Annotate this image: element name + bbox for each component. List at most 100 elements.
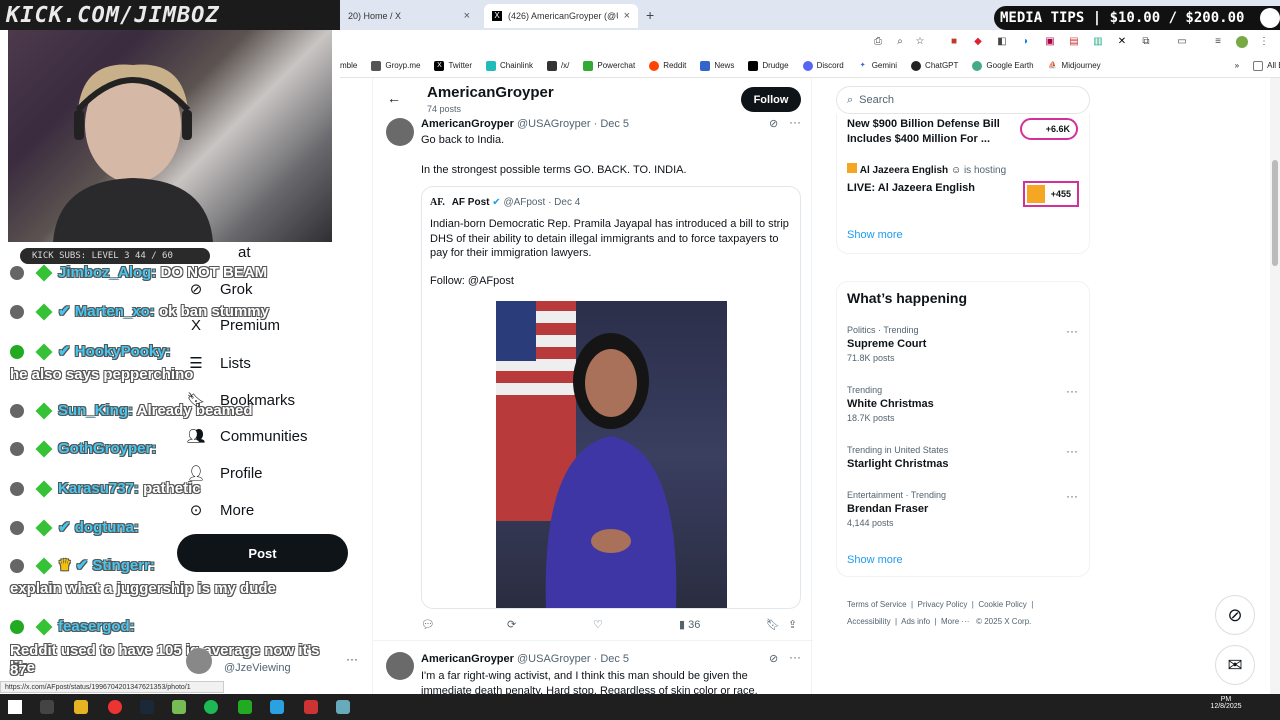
footer-link[interactable]: Terms of Service: [847, 600, 907, 609]
news-headline[interactable]: New $900 Billion Defense Bill Includes $…: [847, 117, 1017, 146]
extension-icon[interactable]: ▣: [1044, 36, 1056, 48]
footer-link[interactable]: Ads info: [901, 617, 930, 626]
messages-float-button[interactable]: ✉: [1215, 645, 1255, 685]
bookmark-item[interactable]: ⛵ Midjourney: [1047, 60, 1101, 71]
footer-link[interactable]: More ···: [941, 617, 969, 626]
file-explorer-icon[interactable]: [74, 700, 88, 714]
nav-item-premium[interactable]: X Premium: [186, 317, 280, 334]
quote-photo[interactable]: [496, 301, 727, 608]
live-title[interactable]: LIVE: Al Jazeera English: [847, 182, 975, 194]
extension-icon[interactable]: ▤: [1068, 36, 1080, 48]
extension-icon[interactable]: ◧: [996, 36, 1008, 48]
task-view-icon[interactable]: [40, 700, 54, 714]
back-arrow-icon[interactable]: ←: [387, 90, 401, 106]
show-more-link[interactable]: Show more: [847, 229, 903, 241]
trend-item[interactable]: Trending White Christmas 18.7K posts: [847, 385, 1077, 423]
quoted-tweet[interactable]: AF. AF Post ✔ @AFpost · Dec 4 Indian-bor…: [421, 186, 801, 609]
tab-home[interactable]: 20) Home / X ×: [340, 4, 478, 28]
all-bookmarks[interactable]: All Bookmarks: [1253, 60, 1280, 71]
account-avatar[interactable]: [186, 648, 212, 674]
footer-link[interactable]: Privacy Policy: [918, 600, 968, 609]
scrollbar-thumb[interactable]: [1272, 160, 1278, 266]
zoom-icon[interactable]: ⌕: [894, 36, 906, 48]
reply-icon[interactable]: 💬︎: [421, 618, 435, 631]
new-tab-icon[interactable]: +: [646, 7, 654, 23]
close-icon[interactable]: ×: [624, 10, 630, 22]
steam-icon[interactable]: [140, 700, 154, 714]
tab-americangroyper[interactable]: X (426) AmericanGroyper (@USA... ×: [484, 4, 638, 28]
search-input[interactable]: ⌕ Search: [836, 86, 1090, 114]
bookmark-item[interactable]: Drudge: [748, 60, 789, 71]
x-extension-icon[interactable]: ✕: [1116, 36, 1128, 48]
bookmark-item[interactable]: Discord: [802, 60, 844, 71]
grok-float-button[interactable]: ⊘: [1215, 595, 1255, 635]
grok-icon[interactable]: ⊘: [769, 117, 778, 130]
system-clock[interactable]: PM 12/8/2025: [1196, 696, 1256, 710]
trend-item[interactable]: Politics · Trending Supreme Court 71.8K …: [847, 325, 1077, 363]
bookmark-item[interactable]: ✦ Gemini: [857, 60, 897, 71]
post-button[interactable]: Post: [177, 534, 348, 572]
author-handle[interactable]: @USAGroyper: [517, 118, 591, 130]
share-icon[interactable]: ⇪: [788, 618, 797, 631]
bookmark-item[interactable]: ChatGPT: [911, 60, 958, 71]
news-engagement-badge[interactable]: +6.6K: [1020, 118, 1078, 140]
install-app-icon[interactable]: ⎙: [872, 36, 884, 48]
close-icon[interactable]: ×: [464, 10, 470, 22]
puzzle-icon[interactable]: ⧉: [1140, 36, 1152, 48]
bookmarks-overflow-icon[interactable]: »: [1235, 61, 1239, 70]
bookmark-item[interactable]: Google Earth: [972, 60, 1034, 71]
bookmark-item[interactable]: mble: [340, 61, 357, 70]
nav-item-lists[interactable]: ☰ Lists: [186, 354, 251, 373]
views-stat[interactable]: ▮ 36: [679, 618, 700, 631]
live-listener-badge[interactable]: +455: [1023, 181, 1079, 207]
tweet-menu-icon[interactable]: ···: [789, 650, 801, 664]
extension-icon[interactable]: ◗: [1020, 36, 1032, 48]
extension-icon[interactable]: ■: [948, 36, 960, 48]
author-handle[interactable]: @USAGroyper: [517, 653, 591, 665]
trend-menu-icon[interactable]: ···: [1066, 384, 1078, 398]
scrollbar[interactable]: [1270, 78, 1280, 694]
bookmark-icon[interactable]: 🔖︎: [766, 618, 780, 631]
author-name[interactable]: AmericanGroyper: [421, 653, 514, 665]
grok-icon[interactable]: ⊘: [769, 652, 778, 665]
repost-icon[interactable]: ⟳: [507, 618, 516, 631]
trend-menu-icon[interactable]: ···: [1066, 324, 1078, 338]
follow-button[interactable]: Follow: [741, 87, 801, 112]
nav-item-bookmarks[interactable]: 🔖︎ Bookmarks: [186, 391, 295, 410]
avatar[interactable]: [386, 652, 414, 680]
bookmark-item[interactable]: Groyp.me: [371, 60, 420, 71]
trend-menu-icon[interactable]: ···: [1066, 444, 1078, 458]
footer-link[interactable]: Accessibility: [847, 617, 891, 626]
bookmark-item[interactable]: News: [700, 60, 734, 71]
kebab-menu-icon[interactable]: ⋮: [1258, 36, 1270, 48]
spotify-icon[interactable]: [204, 700, 218, 714]
windows-start-icon[interactable]: [8, 700, 22, 714]
trend-item[interactable]: Trending in United States Starlight Chri…: [847, 445, 1077, 470]
nav-item-grok[interactable]: ⊘ Grok: [186, 280, 253, 299]
bookmark-item[interactable]: X Twitter: [434, 60, 472, 71]
author-name[interactable]: AmericanGroyper: [421, 118, 514, 130]
bookmark-item[interactable]: Reddit: [649, 60, 686, 71]
nav-item-partial[interactable]: at: [238, 244, 251, 261]
star-icon[interactable]: ☆: [914, 36, 926, 48]
show-more-link[interactable]: Show more: [847, 554, 903, 566]
app-icon[interactable]: [238, 700, 252, 714]
extension-icon[interactable]: ▥: [1092, 36, 1104, 48]
tweet-date[interactable]: · Dec 5: [594, 118, 629, 130]
app-icon[interactable]: [304, 700, 318, 714]
nav-item-profile[interactable]: 👤︎ Profile: [186, 464, 262, 483]
nav-item-communities[interactable]: 👥︎ Communities: [186, 427, 307, 446]
app-icon[interactable]: [336, 700, 350, 714]
chrome-icon[interactable]: [108, 700, 122, 714]
profile-avatar-icon[interactable]: [1236, 36, 1248, 48]
menu-icon[interactable]: ≡: [1212, 36, 1224, 48]
avatar[interactable]: [386, 118, 414, 146]
extension-icon[interactable]: ◆: [972, 36, 984, 48]
bookmark-item[interactable]: /x/: [546, 60, 569, 71]
footer-link[interactable]: Cookie Policy: [978, 600, 1026, 609]
nav-item-more[interactable]: ⊙ More: [186, 501, 254, 520]
tweet-menu-icon[interactable]: ···: [789, 115, 801, 129]
sidepanel-icon[interactable]: ▭: [1176, 36, 1188, 48]
obs-icon[interactable]: [172, 700, 186, 714]
bookmark-item[interactable]: Chainlink: [486, 60, 533, 71]
